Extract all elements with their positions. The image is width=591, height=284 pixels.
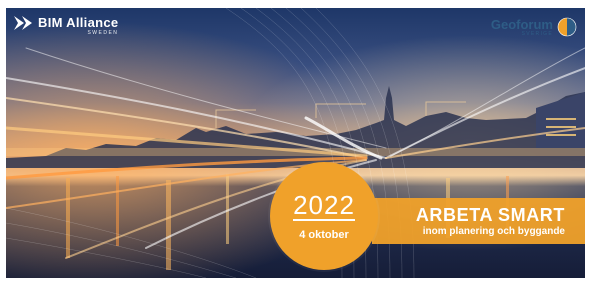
arrow-logo-icon	[14, 16, 32, 30]
bim-alliance-sub: SWEDEN	[87, 30, 119, 36]
event-year: 2022	[293, 189, 355, 221]
geoforum-name: Geoforum	[490, 16, 553, 32]
event-subtitle: inom planering och byggande	[422, 226, 565, 237]
event-title: ARBETA SMART	[415, 205, 565, 225]
geoforum-globe-icon	[557, 17, 577, 37]
geoforum-logo: Geoforum SVERIGE	[491, 17, 577, 37]
bim-alliance-name: BIM Alliance	[38, 15, 119, 30]
event-banner: BIM Alliance SWEDEN Geoforum SVERIGE ARB…	[6, 8, 585, 278]
logo-bar: BIM Alliance SWEDEN Geoforum SVERIGE	[6, 8, 585, 48]
geoforum-sub: SVERIGE	[521, 30, 553, 37]
event-date: 4 oktober	[299, 228, 349, 241]
bim-alliance-logo: BIM Alliance SWEDEN	[14, 16, 118, 36]
date-badge: 2022 4 oktober	[270, 162, 378, 270]
event-title-ribbon: ARBETA SMART inom planering och byggande	[372, 198, 585, 244]
